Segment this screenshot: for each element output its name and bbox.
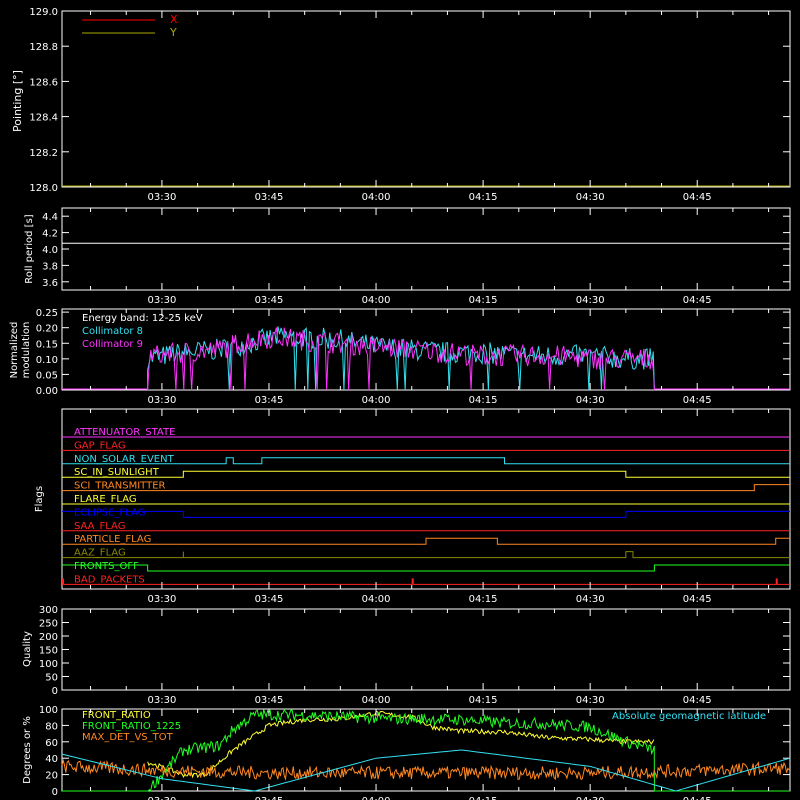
time-tick-label: 03:45 [255,295,284,306]
y-tick-label: 129.0 [29,7,58,18]
y-tick-label: 0.20 [36,324,58,335]
time-tick-label: 04:45 [683,295,712,306]
y-tick-label: 0 [52,686,58,697]
flag-label-gap-flag: GAP_FLAG [74,440,126,451]
time-tick-label: 04:00 [362,295,391,306]
legend-collimator-8: Collimator 8 [82,326,143,337]
legend-max-det-vs-tot: MAX_DET_VS_TOT [82,732,174,743]
y-tick-label: 0.15 [36,339,58,350]
flag-label-attenuator-state: ATTENUATOR_STATE [74,427,175,438]
time-tick-label: 04:00 [362,395,391,406]
flags-ylabel: Flags [34,486,45,512]
time-tick-label: 03:45 [255,192,284,203]
time-tick-label: 04:00 [362,796,391,800]
time-tick-label: 04:00 [362,695,391,706]
time-tick-label: 04:15 [469,796,498,800]
y-tick-label: 4.4 [42,212,58,223]
legend-x-label: X [170,13,178,26]
y-tick-label: 0.10 [36,355,58,366]
time-tick-label: 04:15 [469,395,498,406]
y-tick-label: 150 [39,646,58,657]
time-tick-label: 04:30 [576,192,605,203]
y-tick-label: 128.0 [29,183,58,194]
modulation-ylabel-line2: modulation [21,322,32,379]
legend-collimator-9: Collimator 9 [82,339,143,350]
time-tick-label: 03:45 [255,594,284,605]
y-tick-label: 80 [45,721,58,732]
y-tick-label: 128.2 [29,148,58,159]
y-tick-label: 128.8 [29,42,58,53]
flag-label-particle-flag: PARTICLE_FLAG [74,534,151,545]
flag-label-flare-flag: FLARE_FLAG [74,494,137,505]
time-tick-label: 03:30 [148,796,177,800]
y-tick-label: 0.25 [36,308,58,319]
y-tick-label: 128.6 [29,77,58,88]
time-tick-label: 04:30 [576,594,605,605]
y-tick-label: 4.2 [42,229,58,240]
time-tick-label: 03:30 [148,594,177,605]
time-tick-label: 04:00 [362,594,391,605]
y-tick-label: 300 [39,605,58,616]
y-tick-label: 250 [39,619,58,630]
quality-ylabel: Quality [22,631,33,667]
legend-front-ratio-1225: FRONT_RATIO_1225 [82,721,181,732]
time-tick-label: 04:15 [469,295,498,306]
legend-y-label: Y [169,26,177,39]
y-tick-label: 0 [52,787,58,798]
time-tick-label: 04:45 [683,594,712,605]
time-tick-label: 03:45 [255,796,284,800]
y-tick-label: 4.0 [42,245,58,256]
y-tick-label: 128.4 [29,113,58,124]
energy-band-annotation: Energy band: 12-25 keV [82,313,203,324]
time-tick-label: 03:30 [148,395,177,406]
time-tick-label: 04:15 [469,594,498,605]
y-tick-label: 50 [45,673,58,684]
flag-label-fronts-off: FRONTS_OFF [74,561,139,572]
y-tick-label: 3.8 [42,261,58,272]
y-tick-label: 200 [39,632,58,643]
flag-label-sci-transmitter: SCI_TRANSMITTER [74,481,166,492]
y-tick-label: 60 [45,738,58,749]
legend-geomagnetic-latitude: Absolute geomagnetic latitude [612,711,766,722]
y-tick-label: 0.00 [36,386,58,397]
roll-ylabel: Roll period [s] [24,214,35,283]
time-tick-label: 04:30 [576,695,605,706]
time-tick-label: 04:00 [362,192,391,203]
legend-front-ratio: FRONT_RATIO [82,710,151,721]
time-tick-label: 04:45 [683,192,712,203]
time-tick-label: 04:30 [576,395,605,406]
flag-label-non-solar-event: NON_SOLAR_EVENT [74,454,175,465]
y-tick-label: 3.6 [42,278,58,289]
time-tick-label: 03:45 [255,395,284,406]
plot-background [0,0,800,800]
flag-label-saa-flag: SAA_FLAG [74,521,125,532]
time-tick-label: 04:45 [683,695,712,706]
modulation-ylabel-line1: Normalized [9,322,20,379]
time-tick-label: 04:30 [576,796,605,800]
time-tick-label: 03:30 [148,695,177,706]
flag-label-bad-packets: BAD_PACKETS [74,574,145,585]
flag-label-eclipse-flag: ECLIPSE_FLAG [74,507,145,518]
time-tick-label: 03:45 [255,695,284,706]
time-tick-label: 04:45 [683,796,712,800]
time-tick-label: 03:30 [148,192,177,203]
time-tick-label: 03:30 [148,295,177,306]
pointing-ylabel: Pointing [°] [11,70,24,132]
time-tick-label: 04:15 [469,192,498,203]
y-tick-label: 100 [39,659,58,670]
ratios-ylabel: Degrees or % [22,716,33,784]
flag-label-sc-in-sunlight: SC_IN_SUNLIGHT [74,467,160,478]
time-tick-label: 04:30 [576,295,605,306]
flag-label-aaz-flag: AAZ_FLAG [74,548,126,559]
time-tick-label: 04:45 [683,395,712,406]
y-tick-label: 0.05 [36,370,58,381]
telemetry-plot: Pointing [°] 128.0 128.2 128.4 128.6 128.8 12… [0,0,800,800]
y-tick-label: 100 [39,705,58,716]
time-tick-label: 04:15 [469,695,498,706]
y-tick-label: 20 [45,771,58,782]
y-tick-label: 40 [45,754,58,765]
